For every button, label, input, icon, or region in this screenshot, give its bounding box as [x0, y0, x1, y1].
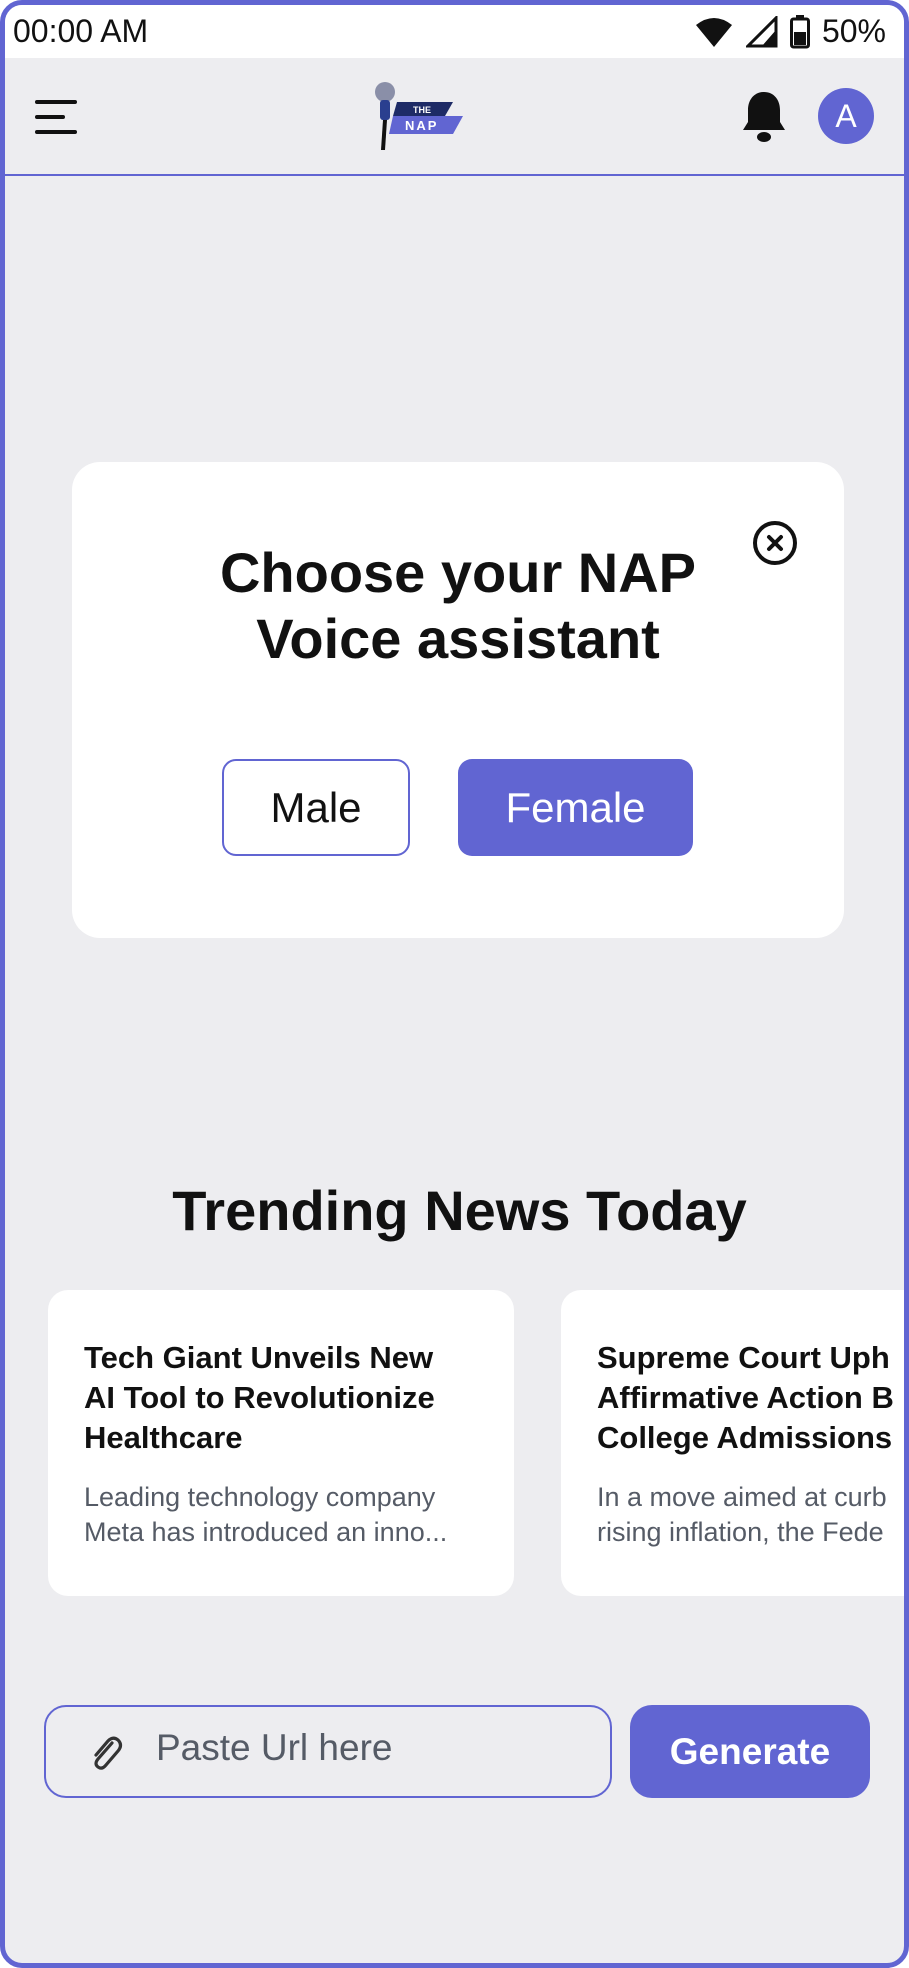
paperclip-icon — [94, 1736, 123, 1770]
female-button[interactable]: Female — [458, 759, 693, 856]
svg-text:NAP: NAP — [405, 118, 438, 133]
url-input[interactable]: Paste Url here — [44, 1705, 612, 1798]
voice-assistant-modal: Choose your NAP Voice assistant Male Fem… — [72, 462, 844, 938]
news-carousel[interactable]: Tech Giant Unveils New AI Tool to Revolu… — [48, 1290, 904, 1600]
signal-icon — [745, 15, 778, 47]
battery-icon — [789, 14, 810, 48]
news-card-description: In a move aimed at curb rising inflation… — [597, 1482, 887, 1547]
status-icons: 50% — [694, 13, 886, 50]
app-header: THE NAP A — [5, 58, 904, 176]
news-card-title: Supreme Court Uph Affirmative Action B C… — [597, 1340, 894, 1455]
modal-title-line1: Choose your NAP — [219, 541, 697, 604]
news-card-description: Leading technology company Meta has intr… — [84, 1482, 448, 1547]
app-logo: THE NAP — [375, 82, 463, 150]
news-card[interactable]: Supreme Court Uph Affirmative Action B C… — [561, 1290, 904, 1596]
generate-button[interactable]: Generate — [630, 1705, 870, 1798]
phone-frame: 00:00 AM 50% THE NAP A Choose your NAP V… — [0, 0, 909, 1968]
status-time: 00:00 AM — [13, 13, 149, 49]
modal-title: Choose your NAP Voice assistant — [72, 540, 844, 672]
male-button[interactable]: Male — [222, 759, 410, 856]
url-placeholder: Paste Url here — [156, 1727, 393, 1768]
trending-title: Trending News Today — [172, 1179, 747, 1242]
bell-icon[interactable] — [741, 90, 787, 144]
news-card[interactable]: Tech Giant Unveils New AI Tool to Revolu… — [48, 1290, 514, 1596]
modal-title-line2: Voice assistant — [256, 607, 660, 670]
avatar[interactable]: A — [818, 88, 874, 144]
svg-text:THE: THE — [413, 105, 431, 115]
avatar-initial: A — [835, 97, 857, 134]
status-bar: 00:00 AM 50% — [5, 5, 904, 58]
wifi-icon — [695, 17, 732, 47]
battery-level: 50% — [821, 13, 886, 49]
menu-icon[interactable] — [35, 100, 81, 136]
news-card-title: Tech Giant Unveils New AI Tool to Revolu… — [84, 1340, 435, 1455]
